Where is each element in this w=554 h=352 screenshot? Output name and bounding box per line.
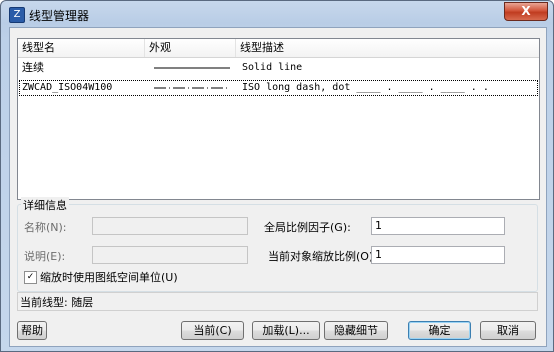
linetype-appearance <box>148 59 236 77</box>
load-button[interactable]: 加载(L)... <box>252 321 320 340</box>
linetype-manager-window: Z 线型管理器 X 线型名 外观 线型描述 连续 Solid line ZWCA… <box>0 0 554 352</box>
set-current-button[interactable]: 当前(C) <box>181 321 244 340</box>
list-item[interactable]: 连续 Solid line <box>18 59 539 77</box>
name-label: 名称(N): <box>24 221 67 234</box>
app-icon: Z <box>9 7 25 23</box>
object-scale-input[interactable]: 1 <box>371 246 505 264</box>
hide-details-button[interactable]: 隐藏细节 <box>324 321 388 340</box>
linetype-list[interactable]: 线型名 外观 线型描述 连续 Solid line ZWCAD_ISO04W10… <box>17 38 540 200</box>
details-group: 详细信息 名称(N): 说明(E): 全局比例因子(G): 1 当前对象缩放比例… <box>17 197 538 292</box>
dialog-client: 线型名 外观 线型描述 连续 Solid line ZWCAD_ISO04W10… <box>9 27 547 347</box>
current-linetype-status: 当前线型: 随层 <box>17 292 538 311</box>
column-header-appearance[interactable]: 外观 <box>145 39 236 57</box>
close-button[interactable]: X <box>504 2 548 21</box>
paper-space-label[interactable]: 缩放时使用图纸空间单位(U) <box>40 269 178 285</box>
help-button[interactable]: 帮助 <box>17 321 47 340</box>
linetype-description: ISO long dash, dot ____ . ____ . ____ . … <box>242 82 489 93</box>
description-label: 说明(E): <box>24 250 66 263</box>
list-item[interactable]: ZWCAD_ISO04W100 ISO long dash, dot ____ … <box>18 79 539 97</box>
cancel-button[interactable]: 取消 <box>480 321 536 340</box>
description-field[interactable] <box>92 246 248 264</box>
linetype-description: Solid line <box>242 62 303 73</box>
global-scale-label: 全局比例因子(G): <box>264 221 351 234</box>
linetype-name: ZWCAD_ISO04W100 <box>22 82 113 93</box>
window-title: 线型管理器 <box>29 9 90 23</box>
object-scale-label: 当前对象缩放比例(O): <box>268 250 377 263</box>
column-header-name[interactable]: 线型名 <box>18 39 145 57</box>
linetype-name: 连续 <box>22 61 44 74</box>
name-field[interactable] <box>92 217 248 235</box>
paper-space-checkbox[interactable]: ✓ <box>24 271 37 284</box>
list-header: 线型名 外观 线型描述 <box>18 39 539 58</box>
ok-button[interactable]: 确定 <box>408 321 471 340</box>
title-bar: Z 线型管理器 X <box>1 1 553 27</box>
linetype-appearance <box>148 79 236 97</box>
column-header-description[interactable]: 线型描述 <box>236 39 540 57</box>
global-scale-input[interactable]: 1 <box>371 217 505 235</box>
details-legend: 详细信息 <box>21 197 69 213</box>
